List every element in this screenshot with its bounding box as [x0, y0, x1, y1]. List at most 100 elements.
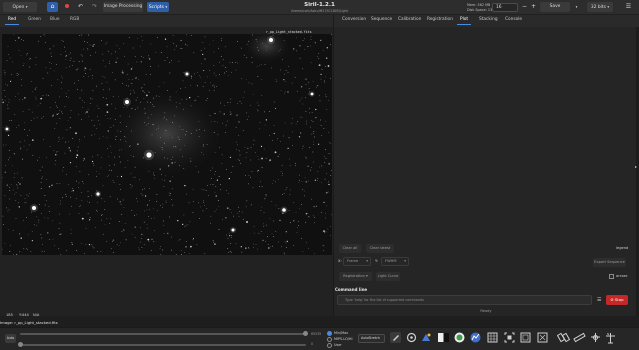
tab-red[interactable]: Red	[4, 17, 20, 25]
pencil-icon	[390, 332, 401, 343]
chevron-down-icon: ▾	[404, 259, 406, 263]
annotation-button[interactable]	[589, 331, 602, 344]
compass-icon: N	[606, 332, 615, 344]
x-axis-value: Frame	[347, 259, 359, 263]
redo-button[interactable]: ↷	[89, 2, 100, 12]
status-ready: Ready	[480, 309, 492, 313]
negative-icon	[438, 333, 449, 342]
stop-button[interactable]: ⊘ Stop	[606, 295, 628, 305]
undo-icon: ↶	[77, 3, 84, 10]
export-sequence-button[interactable]: Export Sequence	[593, 258, 626, 267]
frame-button[interactable]	[519, 331, 532, 344]
scripts-menu-button[interactable]: Scripts ▾	[147, 2, 169, 12]
image-status: Image: r_pp_Light_stacked.fits	[0, 320, 58, 325]
main-menu-button[interactable]: ☰	[623, 2, 634, 12]
chevron-down-icon: ▾	[25, 5, 28, 9]
cursor-x-readout: 185	[6, 313, 13, 317]
tab-stacking[interactable]: Stacking	[479, 17, 498, 22]
starfinder-icon	[406, 332, 417, 343]
threads-value: 16	[496, 5, 502, 10]
tab-calibration[interactable]: Calibration	[398, 17, 421, 22]
sorting-unit-label: arcsec	[616, 274, 628, 278]
clear-all-button[interactable]: Clear all	[339, 244, 361, 253]
user-radio[interactable]	[327, 343, 332, 348]
record-button[interactable]	[61, 2, 72, 12]
scripts-label: Scripts	[148, 5, 164, 10]
undo-button[interactable]: ↶	[75, 2, 86, 12]
compass-button[interactable]: N	[604, 331, 617, 344]
mips-label: MIPS-LO/HI	[334, 337, 353, 341]
tab-sequence[interactable]: Sequence	[371, 17, 392, 22]
command-input[interactable]: Type 'help' for the list of supported co…	[337, 295, 592, 305]
color-wheel-icon	[454, 332, 465, 343]
panel-collapse-arrow-icon[interactable]: ▸	[635, 164, 637, 169]
threads-decrement-button[interactable]: −	[522, 3, 527, 11]
histogram-button[interactable]	[469, 331, 482, 344]
high-level-slider[interactable]	[20, 333, 306, 335]
open-button[interactable]: Open ▾	[3, 2, 37, 12]
low-level-value[interactable]: 0	[311, 342, 313, 346]
save-dropdown-button[interactable]: ▾	[572, 2, 581, 12]
home-button[interactable]: ⌂	[47, 2, 58, 12]
minmax-radio[interactable]	[327, 331, 332, 336]
light-curve-button[interactable]: Light Curve	[376, 272, 400, 281]
image-processing-menu-button[interactable]: Image Processing ▾	[103, 2, 143, 19]
star-field-image	[2, 34, 332, 255]
mirror-icon	[557, 332, 570, 343]
export-label: Export	[594, 260, 606, 264]
threads-increment-button[interactable]: +	[531, 3, 536, 11]
low-level-slider[interactable]	[20, 344, 306, 346]
y-axis-dropdown[interactable]: FWHM ▾	[381, 257, 409, 266]
main-tabs: Conversion Sequence Calibration Registra…	[333, 15, 639, 27]
registration-source-dropdown[interactable]: Registration ▾	[339, 272, 372, 281]
julian-date-checkbox[interactable]	[609, 274, 614, 279]
mirror-button[interactable]	[557, 331, 570, 344]
roi-button[interactable]	[503, 331, 516, 344]
histogram-icon	[470, 332, 481, 343]
photometry-tool-button[interactable]	[420, 331, 433, 344]
sequence-label: Sequence	[607, 260, 625, 264]
negative-view-button[interactable]	[437, 331, 450, 344]
crop-icon	[537, 332, 548, 343]
color-saturation-button[interactable]	[453, 331, 466, 344]
y-axis-label: Y:	[375, 259, 378, 263]
ruler-button[interactable]	[573, 331, 586, 344]
high-level-slider-handle[interactable]	[303, 331, 308, 336]
script-list-icon[interactable]: ☰	[597, 297, 601, 303]
low-level-slider-handle[interactable]	[18, 342, 23, 347]
grid-icon	[487, 332, 498, 343]
tab-green[interactable]: Green	[28, 17, 41, 22]
hamburger-menu-icon: ☰	[625, 3, 632, 10]
memory-usage: Mem: 562 MB	[467, 3, 491, 7]
tab-blue[interactable]: Blue	[50, 17, 60, 22]
tab-console[interactable]: Console	[505, 17, 522, 22]
y-axis-value: FWHM	[385, 259, 397, 263]
command-line-label: Command line	[335, 287, 368, 292]
display-mode-dropdown[interactable]: AutoStretch	[358, 334, 385, 343]
redo-icon: ↷	[91, 3, 98, 10]
astro-image-canvas[interactable]	[2, 34, 332, 255]
mips-radio[interactable]	[327, 337, 332, 342]
chevron-down-icon: ▾	[165, 5, 168, 9]
tab-registration[interactable]: Registration	[427, 17, 453, 22]
x-axis-label: X:	[338, 259, 342, 263]
grid-button[interactable]	[486, 331, 499, 344]
bit-depth-dropdown[interactable]: 32 bits ▾	[587, 2, 613, 12]
auto-levels-button[interactable]: Auto	[5, 334, 16, 343]
svg-text:N: N	[607, 332, 609, 336]
tab-rgb[interactable]: RGB	[70, 17, 79, 22]
save-button[interactable]: Save	[540, 2, 570, 12]
tab-plot[interactable]: Plot	[456, 17, 472, 25]
x-axis-dropdown[interactable]: Frame ▾	[343, 257, 371, 266]
starfinder-tool-button[interactable]	[405, 331, 418, 344]
clear-latest-button[interactable]: Clear latest	[366, 244, 394, 253]
roi-icon	[504, 332, 515, 343]
crop-button[interactable]	[536, 331, 549, 344]
tab-conversion[interactable]: Conversion	[342, 17, 366, 22]
stop-label: Stop	[614, 297, 624, 302]
cursor-y-readout: Y:444	[19, 313, 29, 317]
threads-spinner[interactable]: 16	[492, 3, 518, 12]
open-label: Open	[12, 5, 25, 10]
pencil-tool-button[interactable]	[389, 331, 402, 344]
high-level-value[interactable]: 65535	[311, 332, 321, 336]
